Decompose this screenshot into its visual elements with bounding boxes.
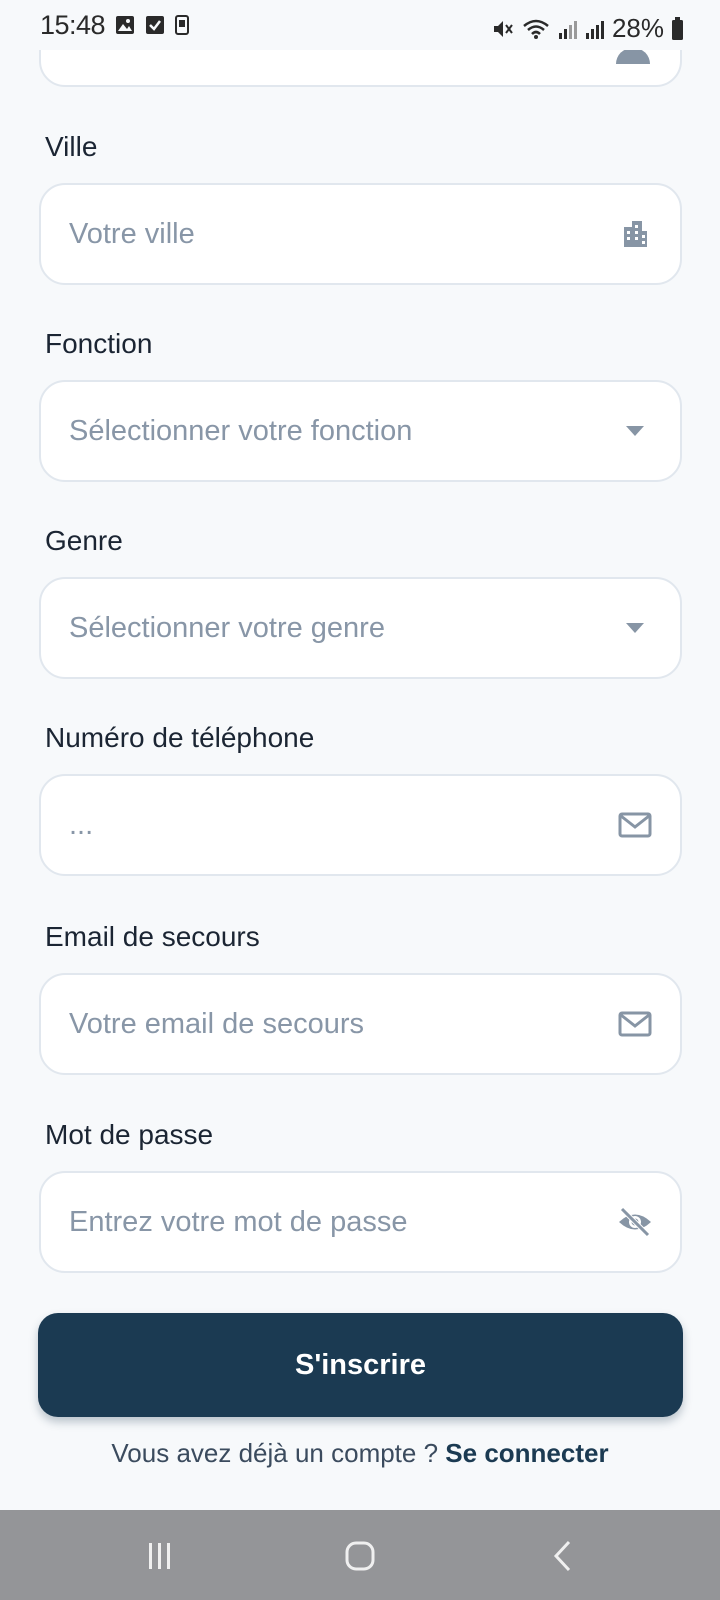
building-icon	[616, 216, 654, 252]
password-placeholder: Entrez votre mot de passe	[69, 1206, 408, 1238]
signal-icon	[558, 20, 577, 39]
login-link[interactable]: Se connecter	[445, 1438, 608, 1468]
function-select[interactable]: Sélectionner votre fonction	[39, 380, 682, 482]
checkbox-icon	[146, 16, 164, 34]
gender-label: Genre	[45, 525, 123, 556]
backup-email-label: Email de secours	[45, 921, 260, 952]
phone-label: Numéro de téléphone	[45, 722, 315, 753]
status-time: 15:48	[40, 10, 106, 40]
city-placeholder: Votre ville	[69, 218, 195, 250]
mail-icon	[616, 807, 654, 843]
gender-placeholder: Sélectionner votre genre	[69, 612, 385, 644]
recent-apps-icon[interactable]	[135, 1536, 185, 1576]
back-icon[interactable]	[538, 1536, 588, 1576]
battery-percent: 28%	[611, 13, 664, 43]
login-prompt: Vous avez déjà un compte ? Se connecter	[0, 1438, 720, 1469]
status-bar: 15:48 28%	[0, 0, 720, 50]
mail-icon	[616, 1006, 654, 1042]
gender-select[interactable]: Sélectionner votre genre	[39, 577, 682, 679]
signal-icon	[585, 20, 604, 39]
password-label: Mot de passe	[45, 1119, 214, 1150]
image-icon	[116, 16, 134, 34]
dropdown-arrow-icon[interactable]	[616, 610, 654, 646]
backup-email-input[interactable]: Votre email de secours	[39, 973, 682, 1075]
function-placeholder: Sélectionner votre fonction	[69, 415, 413, 447]
city-label: Ville	[45, 131, 98, 162]
navigation-bar	[0, 1510, 720, 1600]
backup-email-placeholder: Votre email de secours	[69, 1008, 364, 1040]
eye-off-icon[interactable]	[616, 1204, 654, 1240]
home-icon[interactable]	[335, 1536, 385, 1576]
battery-icon	[672, 16, 683, 40]
signup-button[interactable]: S'inscrire	[38, 1313, 683, 1417]
login-prompt-text: Vous avez déjà un compte ?	[111, 1438, 439, 1468]
function-label: Fonction	[45, 328, 153, 359]
field-icon	[616, 48, 650, 64]
phone-icon	[175, 15, 189, 35]
mute-icon	[493, 20, 513, 37]
wifi-icon	[523, 19, 549, 39]
phone-input[interactable]: ...	[39, 774, 682, 876]
city-input[interactable]: Votre ville	[39, 183, 682, 285]
phone-placeholder: ...	[69, 809, 94, 841]
password-input[interactable]: Entrez votre mot de passe	[39, 1171, 682, 1273]
dropdown-arrow-icon[interactable]	[616, 413, 654, 449]
